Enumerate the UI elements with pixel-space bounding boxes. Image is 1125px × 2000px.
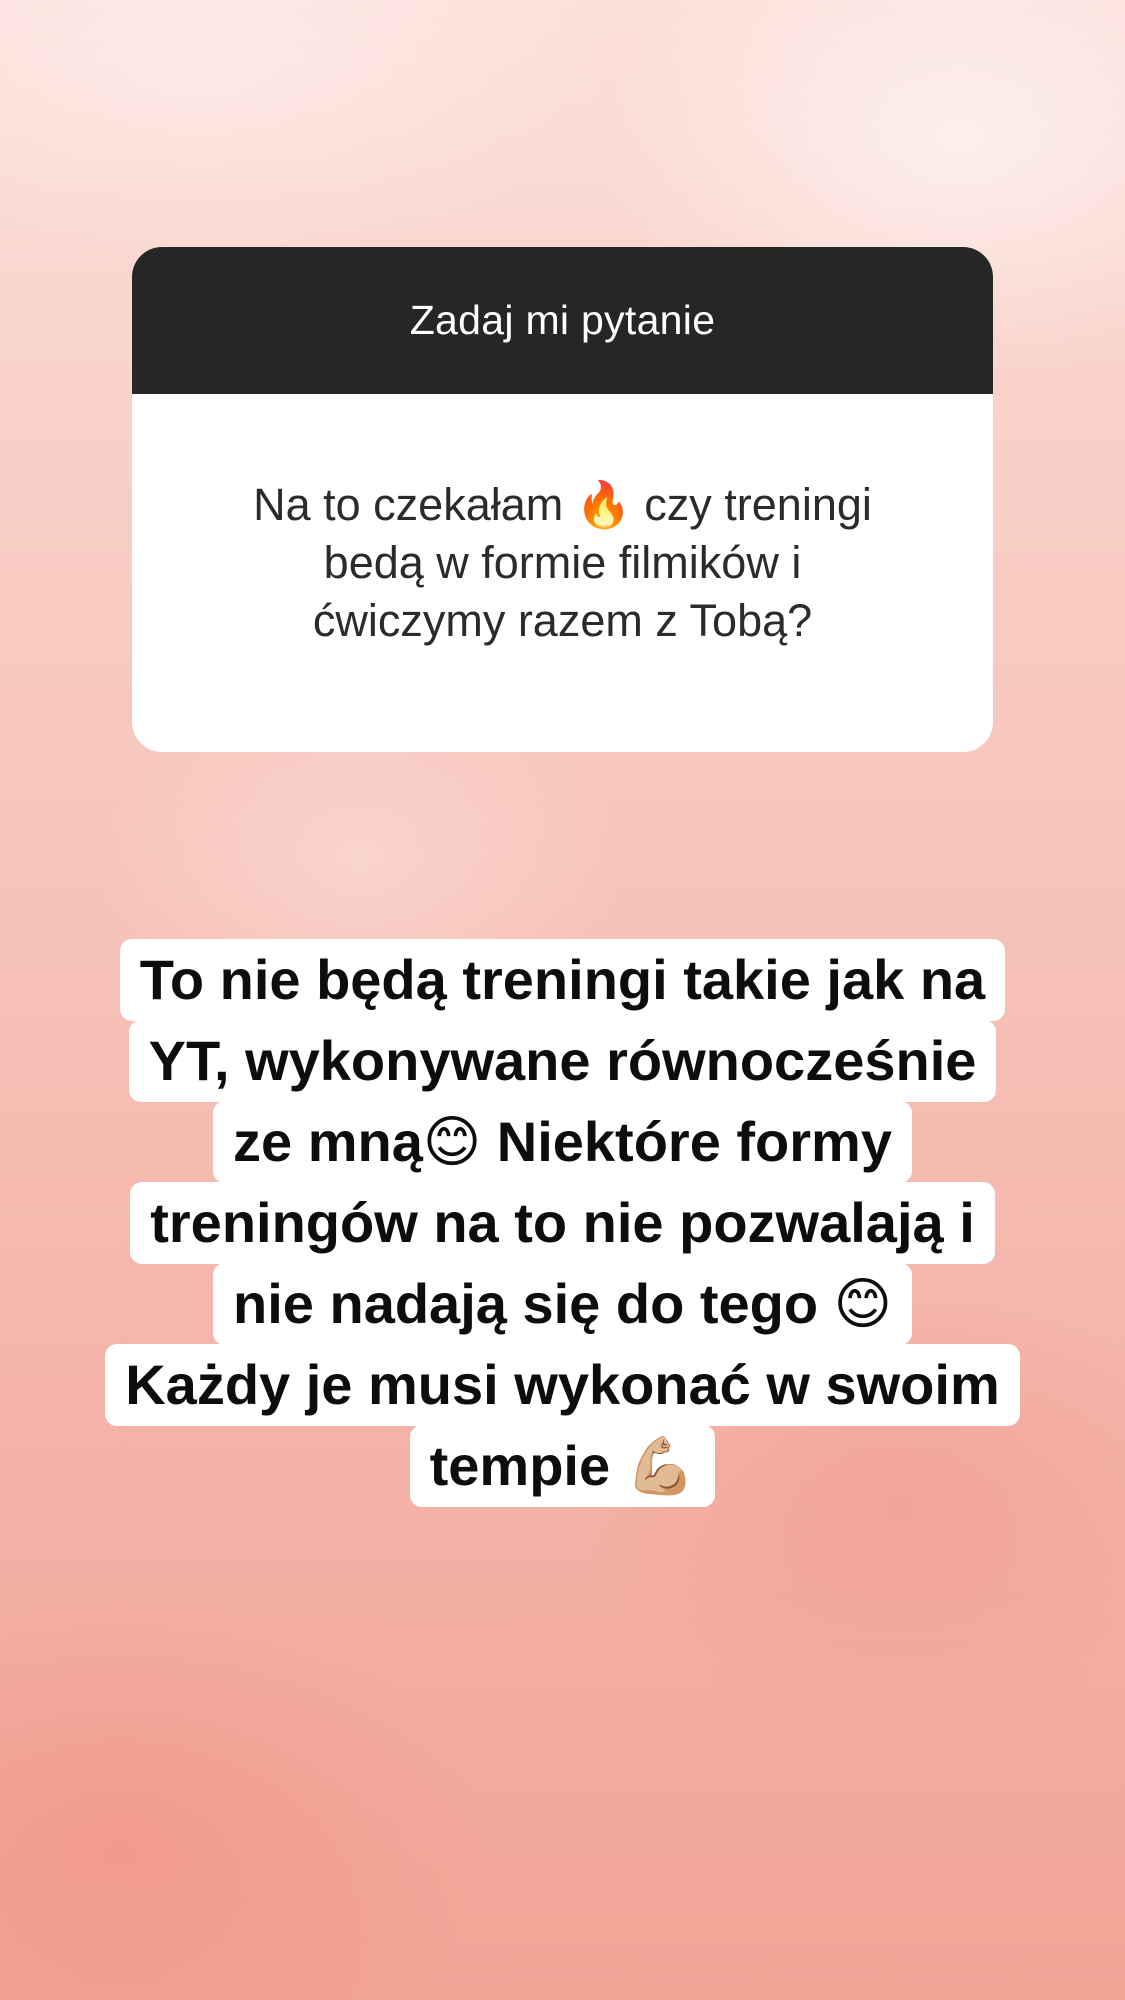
answer-line: Każdy je musi wykonać w swoim: [105, 1344, 1020, 1426]
question-sticker-body: Na to czekałam 🔥 czy treningi bedą w for…: [132, 394, 993, 752]
answer-line: YT, wykonywane równocześnie: [128, 1020, 997, 1102]
answer-line: ze mną😊 Niektóre formy: [212, 1101, 912, 1183]
answer-line: tempie 💪🏼: [409, 1425, 716, 1507]
question-sticker-header: Zadaj mi pytanie: [132, 247, 993, 394]
answer-line: nie nadają się do tego 😊: [213, 1263, 912, 1345]
answer-line: treningów na to nie pozwalają i: [130, 1182, 995, 1264]
answer-text-block: To nie będą treningi takie jak na YT, wy…: [50, 939, 1075, 1507]
question-text: Na to czekałam 🔥 czy treningi bedą w for…: [253, 479, 872, 646]
question-prompt-label: Zadaj mi pytanie: [409, 297, 716, 343]
question-sticker: Zadaj mi pytanie Na to czekałam 🔥 czy tr…: [132, 247, 993, 752]
answer-line: To nie będą treningi takie jak na: [119, 939, 1006, 1021]
